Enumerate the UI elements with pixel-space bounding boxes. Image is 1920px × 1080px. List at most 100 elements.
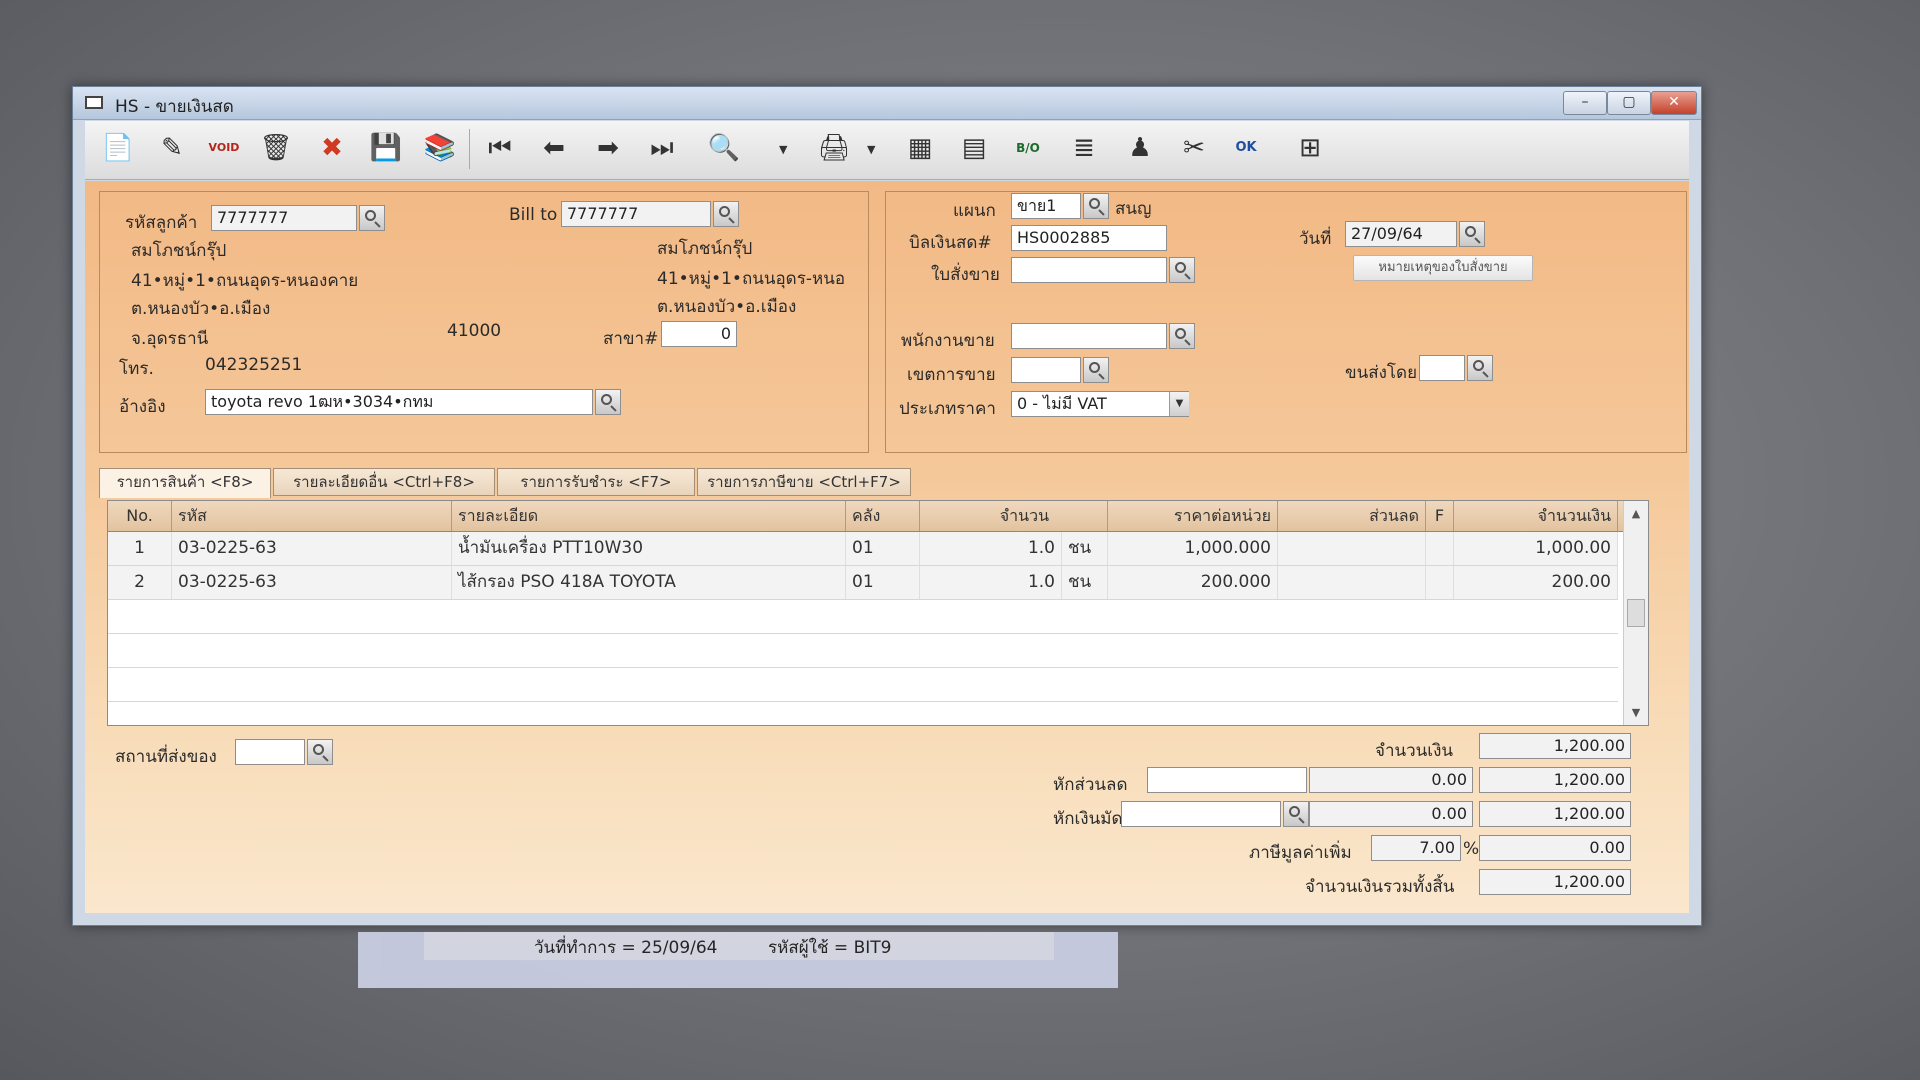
salesman-label: พนักงานขาย [901,331,995,351]
tab-other-details[interactable]: รายละเอียดอื่น <Ctrl+F8> [273,468,495,496]
sales-order-input[interactable] [1011,257,1167,283]
tab-payments[interactable]: รายการรับชำระ <F7> [497,468,695,496]
first-record-button[interactable]: ⏮ [481,129,519,167]
next-record-button[interactable]: ➡ [589,129,627,167]
recalc-button[interactable]: ≣ [1065,129,1103,167]
previous-record-button[interactable]: ⬅ [535,129,573,167]
sales-order-label: ใบสั่งขาย [931,265,1000,285]
header-discount[interactable]: ส่วนลด [1278,501,1426,531]
header-code[interactable]: รหัส [172,501,452,531]
find-dropdown-icon[interactable]: ▼ [779,143,787,156]
save-button[interactable]: 💾 [367,129,405,167]
header-unit-price[interactable]: ราคาต่อหน่วย [1108,501,1278,531]
reference-search-button[interactable] [595,389,621,415]
books-button[interactable]: 📚 [421,129,459,167]
vat-percent-sign: % [1463,839,1480,859]
table-row-empty[interactable] [108,634,1618,668]
price-type-select[interactable]: 0 - ไม่มี VAT [1011,391,1189,417]
scroll-up-icon[interactable]: ▲ [1624,507,1648,520]
search-icon [601,394,612,405]
table-scrollbar[interactable]: ▲ ▼ [1623,501,1648,725]
shipped-by-search-button[interactable] [1467,355,1493,381]
table-header: No. รหัส รายละเอียด คลัง จำนวน ราคาต่อหน… [108,501,1648,532]
chevron-down-icon[interactable]: ▼ [1169,392,1189,416]
cancel-button[interactable]: ✖ [313,129,351,167]
sales-zone-search-button[interactable] [1083,357,1109,383]
print-button[interactable]: 🖨 [815,129,853,167]
header-flag[interactable]: F [1426,501,1454,531]
row-quantity: 1.0 [920,566,1062,599]
tel-label: โทร. [119,359,154,379]
row-amount: 1,000.00 [1454,532,1618,565]
delivery-place-label: สถานที่ส่งของ [115,747,217,767]
backorder-button[interactable]: B/O [1009,129,1047,167]
cut-button[interactable]: ✂ [1175,129,1213,167]
find-button[interactable]: 🔍 [705,129,743,167]
after-deposit-value: 1,200.00 [1479,801,1631,827]
next-arrow-icon: ➡ [597,133,619,163]
minimize-button[interactable]: – [1563,91,1607,115]
void-button[interactable]: VOID [205,129,243,167]
discount-value[interactable]: 0.00 [1309,767,1473,793]
table-row[interactable]: 1 03-0225-63 น้ำมันเครื่อง PTT10W30 01 1… [108,532,1618,566]
billto-search-button[interactable] [713,201,739,227]
reference-input[interactable]: toyota revo 1ฒห•3034•กทม [205,389,593,415]
edit-button[interactable]: ✎ [153,129,191,167]
header-warehouse[interactable]: คลัง [846,501,920,531]
ok-button[interactable]: OK [1227,129,1265,167]
delivery-place-input[interactable] [235,739,305,765]
date-picker-button[interactable] [1459,221,1485,247]
department-name: สนญ [1115,199,1152,219]
deposit-search-button[interactable] [1283,801,1309,827]
discount-label: หักส่วนลด [1053,775,1128,795]
customer-address-2: ต.หนองบัว•อ.เมือง [131,299,271,319]
shipped-by-input[interactable] [1419,355,1465,381]
export-icon: ⊞ [1299,133,1321,163]
header-description[interactable]: รายละเอียด [452,501,846,531]
maximize-button[interactable]: ▢ [1607,91,1651,115]
approve-button[interactable]: ♟ [1121,129,1159,167]
billto-code-input[interactable]: 7777777 [561,201,711,227]
tab-items[interactable]: รายการสินค้า <F8> [99,468,271,498]
header-no[interactable]: No. [108,501,172,531]
date-input[interactable]: 27/09/64 [1345,221,1457,247]
header-quantity[interactable]: จำนวน [920,501,1108,531]
order-note-button[interactable]: หมายเหตุของใบสั่งขาย [1353,255,1533,281]
salesman-input[interactable] [1011,323,1167,349]
branch-input[interactable]: 0 [661,321,737,347]
export-button[interactable]: ⊞ [1291,129,1329,167]
table-row-empty[interactable] [108,702,1618,725]
cash-bill-input[interactable]: HS0002885 [1011,225,1167,251]
department-search-button[interactable] [1083,193,1109,219]
scroll-thumb[interactable] [1627,599,1645,627]
scroll-down-icon[interactable]: ▼ [1624,706,1648,719]
report-button[interactable]: ▤ [955,129,993,167]
row-quantity: 1.0 [920,532,1062,565]
vat-rate-input[interactable]: 7.00 [1371,835,1461,861]
print-dropdown-icon[interactable]: ▼ [867,143,875,156]
tab-sales-tax[interactable]: รายการภาษีขาย <Ctrl+F7> [697,468,911,496]
customer-search-button[interactable] [359,205,385,231]
header-amount[interactable]: จำนวนเงิน [1454,501,1618,531]
close-button[interactable]: ✕ [1651,91,1697,115]
title-bar[interactable]: HS - ขายเงินสด – ▢ ✕ [73,87,1701,120]
new-document-button[interactable]: 📄 [99,129,137,167]
table-row-empty[interactable] [108,668,1618,702]
backorder-icon: B/O [1016,141,1040,155]
table-row[interactable]: 2 03-0225-63 ไส้กรอง PSO 418A TOYOTA 01 … [108,566,1618,600]
row-warehouse: 01 [846,566,920,599]
delivery-place-search-button[interactable] [307,739,333,765]
department-input[interactable]: ขาย1 [1011,193,1081,219]
deposit-text-input[interactable] [1121,801,1281,827]
last-record-icon: ⏭ [650,133,674,163]
table-row-empty[interactable] [108,600,1618,634]
discount-text-input[interactable] [1147,767,1307,793]
sales-zone-input[interactable] [1011,357,1081,383]
calc-button[interactable]: ▦ [901,129,939,167]
delete-button[interactable]: 🗑 [257,129,295,167]
customer-code-input[interactable]: 7777777 [211,205,357,231]
deposit-value[interactable]: 0.00 [1309,801,1473,827]
sales-order-search-button[interactable] [1169,257,1195,283]
salesman-search-button[interactable] [1169,323,1195,349]
last-record-button[interactable]: ⏭ [643,129,681,167]
